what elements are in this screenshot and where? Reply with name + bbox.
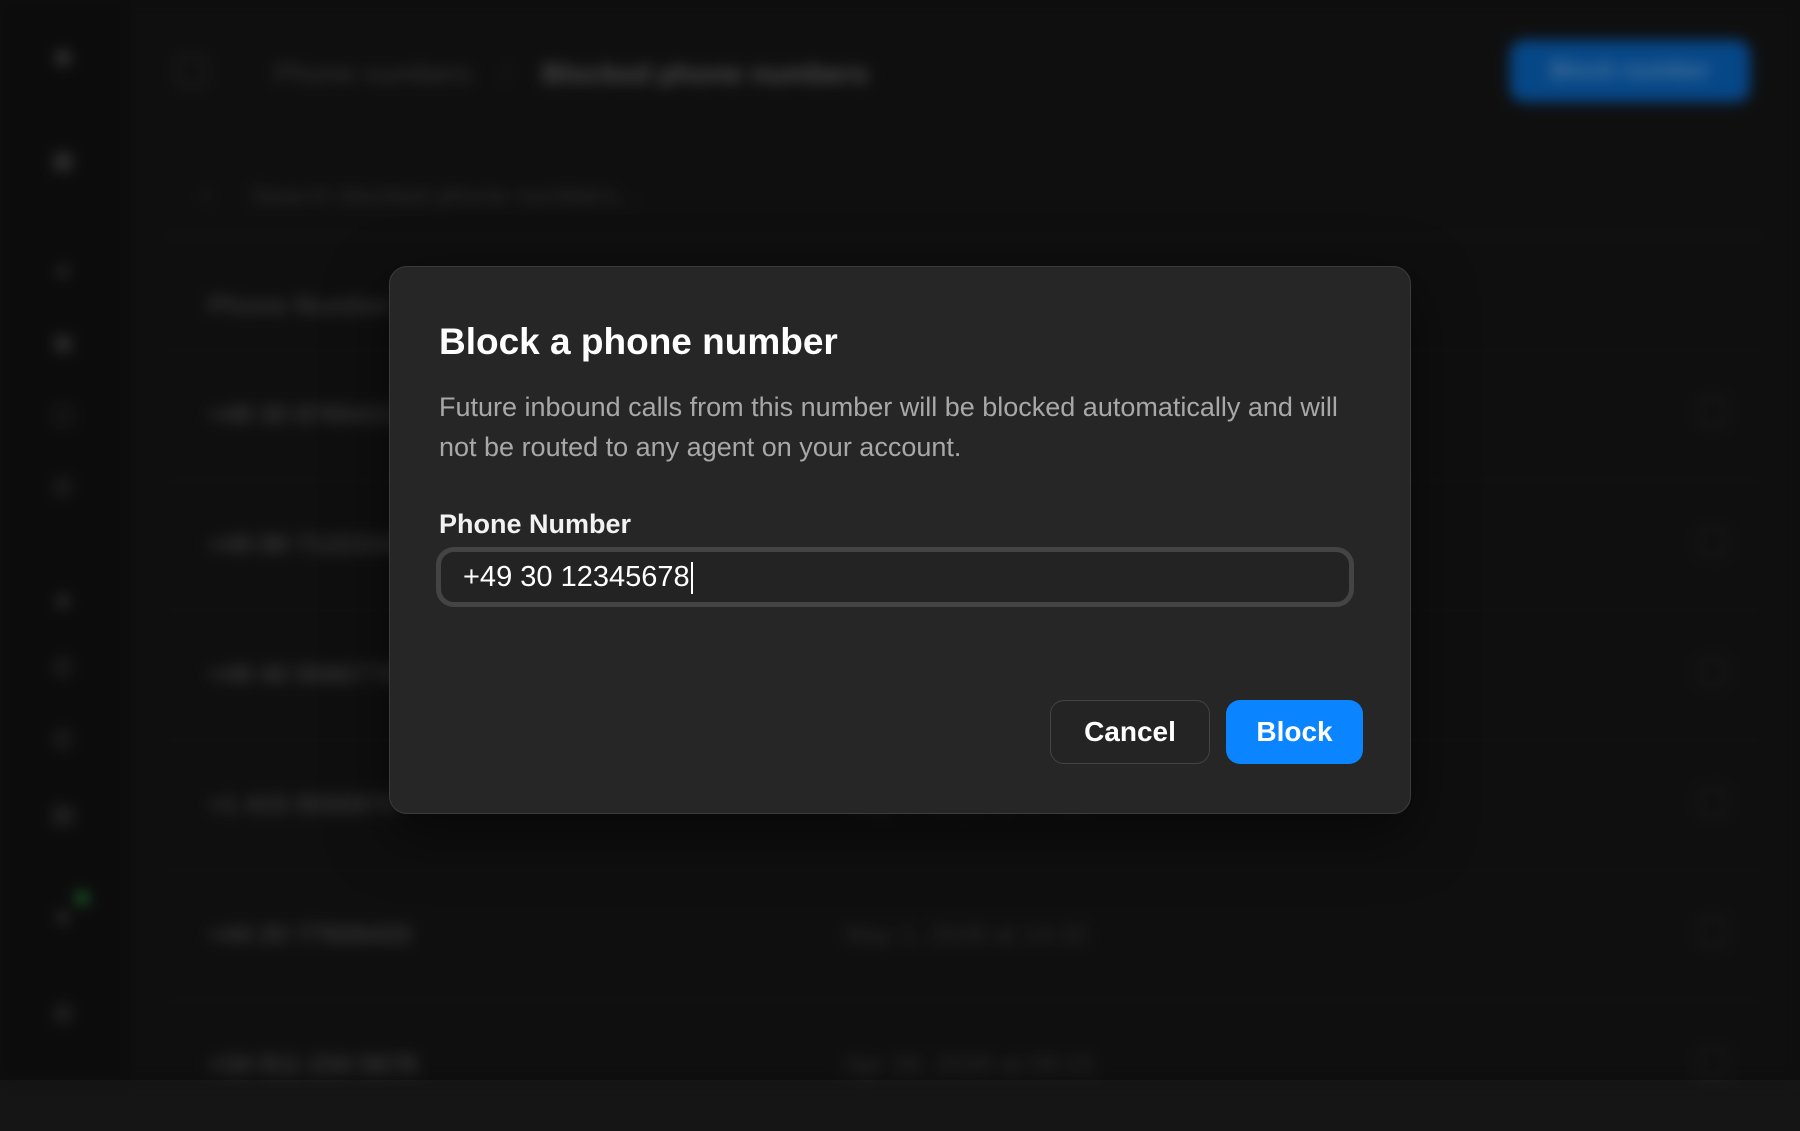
phone-number-input[interactable]: +49 30 12345678 bbox=[463, 552, 693, 602]
text-caret bbox=[690, 562, 693, 595]
block-phone-dialog: Block a phone number Future inbound call… bbox=[389, 266, 1411, 814]
block-button[interactable]: Block bbox=[1226, 700, 1363, 764]
block-button-label: Block bbox=[1256, 716, 1333, 747]
dialog-description: Future inbound calls from this number wi… bbox=[439, 392, 1338, 462]
dialog-title: Block a phone number bbox=[439, 321, 838, 362]
cancel-button[interactable]: Cancel bbox=[1050, 700, 1210, 764]
phone-number-value: +49 30 12345678 bbox=[463, 561, 690, 593]
phone-number-label: Phone Number bbox=[439, 509, 632, 539]
cancel-button-label: Cancel bbox=[1084, 716, 1176, 747]
phone-number-field[interactable]: +49 30 12345678 bbox=[436, 547, 1354, 607]
